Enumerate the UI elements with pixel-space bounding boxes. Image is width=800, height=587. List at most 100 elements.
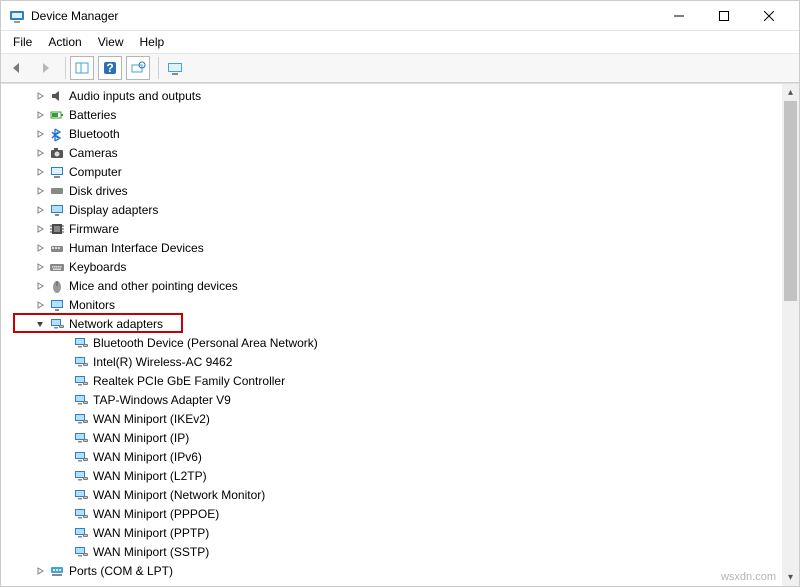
bluetooth-icon (49, 126, 65, 142)
tree-item[interactable]: Computer (13, 162, 782, 181)
menu-file[interactable]: File (5, 33, 40, 51)
tree-item[interactable]: WAN Miniport (IP) (13, 428, 782, 447)
expand-icon[interactable] (33, 279, 47, 293)
tree-item-label: Human Interface Devices (69, 241, 204, 255)
tree-item-label: Disk drives (69, 184, 128, 198)
tree-item[interactable]: WAN Miniport (PPPOE) (13, 504, 782, 523)
network-icon (73, 392, 89, 408)
firmware-icon (49, 221, 65, 237)
tree-item[interactable]: WAN Miniport (IKEv2) (13, 409, 782, 428)
tree-item[interactable]: Audio inputs and outputs (13, 86, 782, 105)
expand-icon[interactable] (33, 241, 47, 255)
network-icon (73, 335, 89, 351)
window-title: Device Manager (31, 9, 656, 23)
expand-icon[interactable] (33, 127, 47, 141)
tree-item-label: Batteries (69, 108, 116, 122)
menubar: File Action View Help (1, 31, 799, 53)
tree-item-label: Realtek PCIe GbE Family Controller (93, 374, 285, 388)
tree-item[interactable]: TAP-Windows Adapter V9 (13, 390, 782, 409)
tree-item[interactable]: WAN Miniport (IPv6) (13, 447, 782, 466)
computer-icon (49, 164, 65, 180)
expand-icon[interactable] (33, 108, 47, 122)
expand-icon[interactable] (33, 203, 47, 217)
show-hide-console-button[interactable] (70, 56, 94, 80)
tree-item[interactable]: Firmware (13, 219, 782, 238)
scroll-thumb[interactable] (784, 101, 797, 301)
tree-item-label: WAN Miniport (PPTP) (93, 526, 209, 540)
device-tree[interactable]: Audio inputs and outputs Batteries Bluetoo… (1, 84, 782, 586)
scan-hardware-button[interactable] (126, 56, 150, 80)
tree-item-label: WAN Miniport (Network Monitor) (93, 488, 265, 502)
tree-item-label: WAN Miniport (IKEv2) (93, 412, 210, 426)
tree-item[interactable]: Display adapters (13, 200, 782, 219)
scroll-down-button[interactable]: ▾ (782, 569, 799, 586)
forward-button[interactable] (33, 56, 57, 80)
network-icon (49, 316, 65, 332)
tree-item[interactable]: Keyboards (13, 257, 782, 276)
tree-item[interactable]: Bluetooth Device (Personal Area Network) (13, 333, 782, 352)
close-button[interactable] (746, 1, 791, 31)
window-controls (656, 1, 791, 31)
expand-icon[interactable] (33, 165, 47, 179)
battery-icon (49, 107, 65, 123)
expand-icon[interactable] (33, 89, 47, 103)
expand-icon (57, 431, 71, 445)
network-icon (73, 373, 89, 389)
network-icon (73, 506, 89, 522)
tree-item[interactable]: WAN Miniport (SSTP) (13, 542, 782, 561)
expand-icon[interactable] (33, 564, 47, 578)
tree-item[interactable]: Human Interface Devices (13, 238, 782, 257)
tree-item-label: Intel(R) Wireless-AC 9462 (93, 355, 232, 369)
network-icon (73, 411, 89, 427)
tree-item-label: Network adapters (69, 317, 163, 331)
tree-item-label: Keyboards (69, 260, 126, 274)
expand-icon (57, 393, 71, 407)
expand-icon[interactable] (33, 146, 47, 160)
scroll-up-button[interactable]: ▴ (782, 84, 799, 101)
maximize-button[interactable] (701, 1, 746, 31)
expand-icon[interactable] (33, 260, 47, 274)
expand-icon (57, 374, 71, 388)
help-button[interactable]: ? (98, 56, 122, 80)
network-icon (73, 449, 89, 465)
toolbar-separator (65, 57, 66, 79)
menu-action[interactable]: Action (40, 33, 89, 51)
expand-icon[interactable] (33, 222, 47, 236)
tree-item[interactable]: Realtek PCIe GbE Family Controller (13, 371, 782, 390)
tree-item-label: Bluetooth (69, 127, 120, 141)
menu-view[interactable]: View (90, 33, 132, 51)
tree-item-label: Computer (69, 165, 122, 179)
app-icon (9, 8, 25, 24)
camera-icon (49, 145, 65, 161)
expand-icon (57, 507, 71, 521)
tree-item-label: WAN Miniport (SSTP) (93, 545, 209, 559)
monitor-icon (49, 297, 65, 313)
scroll-track[interactable] (782, 101, 799, 569)
monitor-toolbar-icon[interactable] (163, 56, 187, 80)
tree-item[interactable]: Disk drives (13, 181, 782, 200)
expand-icon (57, 355, 71, 369)
tree-item[interactable]: WAN Miniport (PPTP) (13, 523, 782, 542)
minimize-button[interactable] (656, 1, 701, 31)
network-icon (73, 430, 89, 446)
tree-item[interactable]: Bluetooth (13, 124, 782, 143)
back-button[interactable] (5, 56, 29, 80)
tree-item[interactable]: WAN Miniport (L2TP) (13, 466, 782, 485)
collapse-icon[interactable] (33, 317, 47, 331)
tree-item[interactable]: Batteries (13, 105, 782, 124)
tree-item[interactable]: Mice and other pointing devices (13, 276, 782, 295)
expand-icon[interactable] (33, 184, 47, 198)
vertical-scrollbar[interactable]: ▴ ▾ (782, 84, 799, 586)
tree-item[interactable]: WAN Miniport (Network Monitor) (13, 485, 782, 504)
expand-icon[interactable] (33, 298, 47, 312)
tree-item-label: WAN Miniport (L2TP) (93, 469, 207, 483)
menu-help[interactable]: Help (132, 33, 173, 51)
network-icon (73, 468, 89, 484)
network-icon (73, 487, 89, 503)
tree-item[interactable]: Intel(R) Wireless-AC 9462 (13, 352, 782, 371)
tree-item[interactable]: Cameras (13, 143, 782, 162)
tree-item[interactable]: Monitors (13, 295, 782, 314)
tree-item[interactable]: Ports (COM & LPT) (13, 561, 782, 580)
tree-item[interactable]: Network adapters (13, 314, 782, 333)
keyboard-icon (49, 259, 65, 275)
